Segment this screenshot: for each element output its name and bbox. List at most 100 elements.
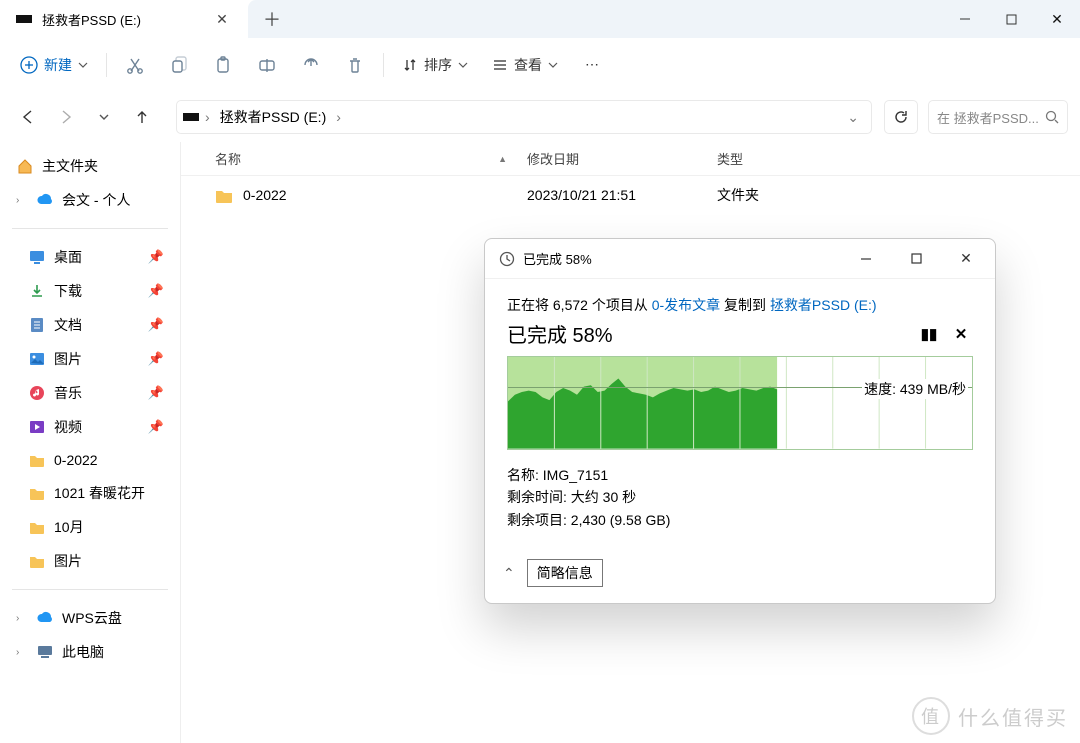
sort-button[interactable]: 排序 — [392, 47, 478, 83]
forward-button[interactable] — [50, 101, 82, 133]
column-date[interactable]: 修改日期 — [527, 149, 717, 168]
dialog-close-button[interactable]: ✕ — [945, 244, 987, 274]
pc-icon — [36, 643, 54, 661]
pin-icon: 📌 — [148, 351, 164, 367]
sidebar-item-videos[interactable]: 视频📌 — [4, 411, 176, 443]
toolbar: 新建 排序 查看 ⋯ — [0, 38, 1080, 92]
brief-info-button[interactable]: 简略信息 — [527, 559, 603, 587]
dest-link[interactable]: 拯救者PSSD (E:) — [770, 297, 877, 313]
sidebar-item-documents[interactable]: 文档📌 — [4, 309, 176, 341]
source-link[interactable]: 0-发布文章 — [652, 297, 720, 313]
watermark: 值 什么值得买 — [912, 697, 1068, 735]
delete-button[interactable] — [335, 47, 375, 83]
drive-icon — [183, 113, 199, 121]
up-button[interactable] — [126, 101, 158, 133]
chevron-down-icon[interactable]: ⌄ — [841, 109, 865, 126]
share-button[interactable] — [291, 47, 331, 83]
paste-button[interactable] — [203, 47, 243, 83]
video-icon — [28, 418, 46, 436]
close-window-button[interactable]: ✕ — [1034, 0, 1080, 38]
separator — [106, 53, 107, 77]
dialog-footer: ⌃ 简略信息 — [485, 549, 995, 603]
rename-button[interactable] — [247, 47, 287, 83]
folder-icon — [28, 552, 46, 570]
more-button[interactable]: ⋯ — [572, 47, 612, 83]
cloud-icon — [36, 609, 54, 627]
sidebar-item-desktop[interactable]: 桌面📌 — [4, 241, 176, 273]
sort-indicator-icon: ▲ — [498, 154, 507, 164]
sidebar-item-downloads[interactable]: 下载📌 — [4, 275, 176, 307]
separator — [383, 53, 384, 77]
sidebar-home[interactable]: 主文件夹 — [4, 150, 176, 182]
tab-strip: ＋ — [248, 0, 942, 38]
dialog-title-bar[interactable]: 已完成 58% ✕ — [485, 239, 995, 279]
column-type[interactable]: 类型 — [717, 149, 847, 168]
sidebar-folder[interactable]: 10月 — [4, 511, 176, 543]
chevron-right-icon: › — [336, 109, 341, 125]
cancel-button[interactable]: ✕ — [949, 325, 973, 343]
copy-progress-dialog: 已完成 58% ✕ 正在将 6,572 个项目从 0-发布文章 复制到 拯救者P… — [484, 238, 996, 604]
separator — [12, 228, 168, 229]
clock-icon — [499, 251, 515, 267]
minimize-button[interactable] — [942, 0, 988, 38]
chevron-up-icon[interactable]: ⌃ — [503, 565, 515, 582]
dialog-maximize-button[interactable] — [895, 244, 937, 274]
dialog-details: 名称: IMG_7151 剩余时间: 大约 30 秒 剩余项目: 2,430 (… — [507, 464, 973, 531]
sidebar-folder[interactable]: 图片 — [4, 545, 176, 577]
refresh-button[interactable] — [884, 100, 918, 134]
separator — [12, 589, 168, 590]
folder-icon — [28, 518, 46, 536]
column-headers: 名称▲ 修改日期 类型 — [181, 142, 1080, 176]
new-button[interactable]: 新建 — [10, 49, 98, 81]
plus-circle-icon — [20, 56, 38, 74]
address-bar[interactable]: › 拯救者PSSD (E:) › ⌄ — [176, 100, 872, 134]
sidebar-item-pictures[interactable]: 图片📌 — [4, 343, 176, 375]
sort-icon — [402, 57, 418, 73]
chevron-right-icon: › — [16, 647, 28, 658]
dialog-minimize-button[interactable] — [845, 244, 887, 274]
chevron-down-icon — [458, 62, 468, 68]
view-icon — [492, 57, 508, 73]
back-button[interactable] — [12, 101, 44, 133]
pin-icon: 📌 — [148, 419, 164, 435]
folder-icon — [28, 484, 46, 502]
sidebar-wps[interactable]: ›WPS云盘 — [4, 602, 176, 634]
new-label: 新建 — [44, 55, 72, 75]
desktop-icon — [28, 248, 46, 266]
pin-icon: 📌 — [148, 385, 164, 401]
new-tab-button[interactable]: ＋ — [258, 5, 286, 33]
watermark-icon: 值 — [912, 697, 950, 735]
copy-button[interactable] — [159, 47, 199, 83]
view-button[interactable]: 查看 — [482, 47, 568, 83]
dialog-title: 已完成 58% — [523, 249, 837, 268]
chevron-down-icon — [78, 62, 88, 68]
maximize-button[interactable] — [988, 0, 1034, 38]
recent-button[interactable] — [88, 101, 120, 133]
pause-button[interactable]: ▮▮ — [917, 325, 941, 343]
breadcrumb-root[interactable]: 拯救者PSSD (E:) — [216, 105, 331, 129]
download-icon — [28, 282, 46, 300]
sidebar: 主文件夹 › 会文 - 个人 桌面📌 下载📌 文档📌 图片📌 音乐📌 视频📌 0… — [0, 142, 180, 743]
pin-icon: 📌 — [148, 317, 164, 333]
search-input[interactable]: 在 拯救者PSSD... — [928, 100, 1068, 134]
file-row[interactable]: 0-2022 2023/10/21 21:51 文件夹 — [181, 176, 1080, 214]
column-name[interactable]: 名称▲ — [181, 149, 527, 168]
sidebar-thispc[interactable]: ›此电脑 — [4, 636, 176, 668]
pin-icon: 📌 — [148, 249, 164, 265]
folder-icon — [215, 188, 233, 203]
chevron-right-icon: › — [16, 613, 28, 624]
sidebar-folder[interactable]: 0-2022 — [4, 445, 176, 475]
sidebar-item-music[interactable]: 音乐📌 — [4, 377, 176, 409]
nav-row: › 拯救者PSSD (E:) › ⌄ 在 拯救者PSSD... — [0, 92, 1080, 142]
cut-button[interactable] — [115, 47, 155, 83]
close-tab-button[interactable]: ✕ — [208, 5, 236, 33]
search-placeholder: 在 拯救者PSSD... — [937, 108, 1039, 127]
tab-title: 拯救者PSSD (E:) — [42, 10, 198, 29]
music-icon — [28, 384, 46, 402]
dialog-percent: 已完成 58% — [507, 319, 909, 348]
sidebar-cloud[interactable]: › 会文 - 个人 — [4, 184, 176, 216]
sidebar-folder[interactable]: 1021 春暖花开 — [4, 477, 176, 509]
chevron-right-icon: › — [205, 109, 210, 125]
cloud-icon — [36, 191, 54, 209]
active-tab[interactable]: 拯救者PSSD (E:) ✕ — [0, 0, 248, 38]
